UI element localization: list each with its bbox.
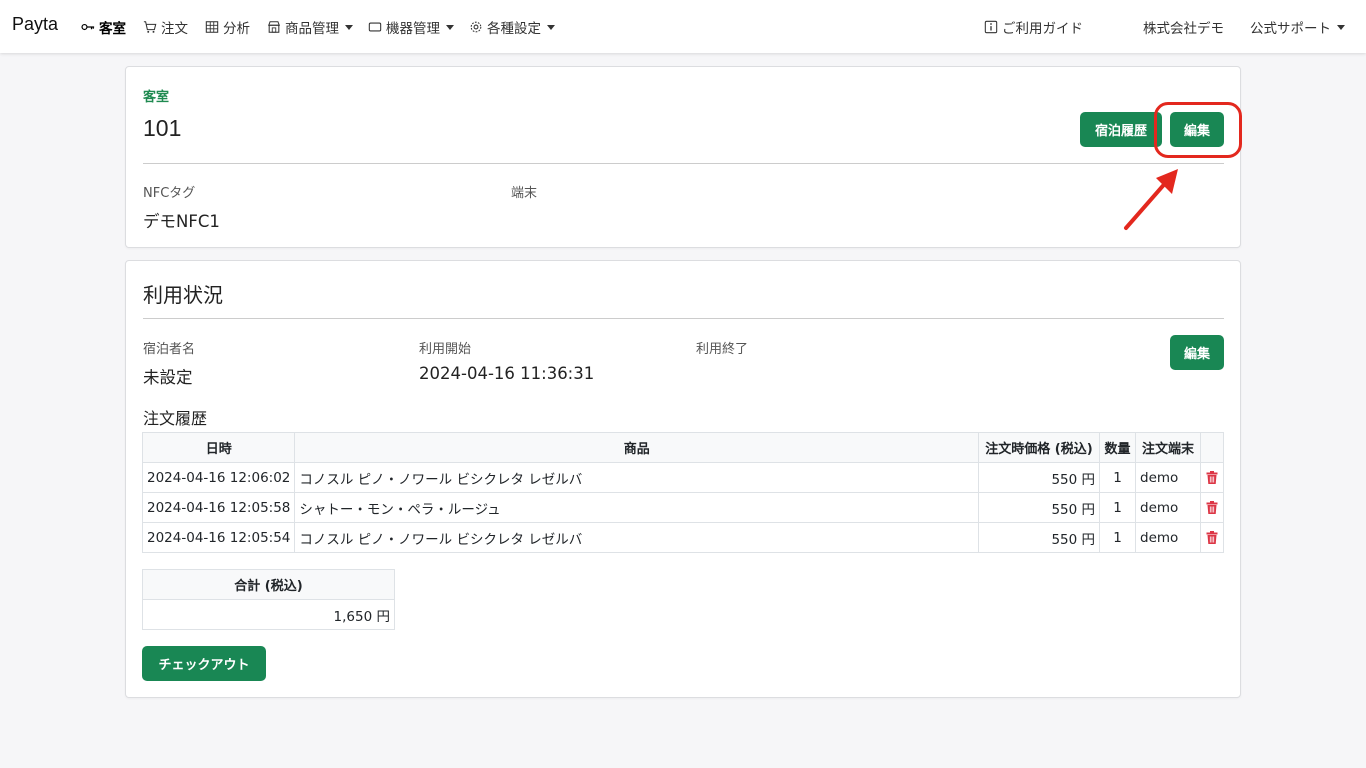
nav-item-label: 商品管理 [285, 21, 339, 37]
order-history-title: 注文履歴 [143, 409, 208, 428]
info-icon [984, 20, 998, 34]
table-header-row: 日時 商品 注文時価格 (税込) 数量 注文端末 [141, 432, 1224, 463]
delete-cell [1200, 462, 1224, 493]
cart-icon [143, 21, 157, 33]
cell-datetime: 2024-04-16 12:05:58 [141, 492, 296, 523]
cell-terminal: demo [1135, 492, 1201, 523]
col-product: 商品 [294, 432, 979, 463]
cell-qty: 1 [1099, 492, 1136, 523]
col-qty: 数量 [1099, 432, 1136, 463]
nav-support-dropdown[interactable]: 公式サポート [1250, 17, 1345, 37]
delete-cell [1200, 492, 1224, 523]
chevron-down-icon [547, 24, 555, 30]
cell-datetime: 2024-04-16 12:05:54 [141, 522, 296, 553]
nav-item-settings[interactable]: 各種設定 [469, 17, 555, 37]
table-row: 2024-04-16 12:05:54 コノスル ピノ・ノワール ビシクレタ レ… [141, 522, 1224, 553]
nav-item-label: 分析 [223, 21, 250, 37]
top-navbar: Payta 客室 注文 分析 商品管理 機器管理 各種設定 ご利用ガイド 株式会… [0, 0, 1366, 53]
nav-item-label: 機器管理 [386, 21, 440, 37]
chevron-down-icon [1337, 24, 1345, 30]
stay-history-button[interactable]: 宿泊履歴 [1080, 112, 1162, 147]
trash-icon[interactable] [1206, 501, 1218, 514]
nfc-tag-value: デモNFC1 [143, 212, 220, 231]
shop-icon [267, 21, 281, 33]
divider [143, 163, 1224, 164]
nav-item-label: 注文 [161, 21, 188, 37]
guest-name-value: 未設定 [143, 368, 193, 387]
brand-logo[interactable]: Payta [12, 14, 58, 35]
nav-support-label: 公式サポート [1250, 21, 1331, 37]
highlight-circle [1154, 102, 1242, 158]
nav-item-analytics[interactable]: 分析 [205, 17, 250, 37]
col-terminal: 注文端末 [1135, 432, 1201, 463]
nav-company[interactable]: 株式会社デモ [1143, 17, 1224, 37]
total-header: 合計 (税込) [142, 569, 395, 600]
arrow-annotation-icon [1124, 169, 1178, 230]
start-label: 利用開始 [419, 342, 472, 357]
checkout-button[interactable]: チェックアウト [142, 646, 266, 681]
room-card: 客室 101 宿泊履歴 編集 NFCタグ デモNFC1 端末 [125, 66, 1241, 248]
cell-product: シャトー・モン・ペラ・ルージュ [294, 492, 979, 523]
trash-icon[interactable] [1206, 531, 1218, 544]
nfc-tag-label: NFCタグ [143, 186, 196, 201]
nav-item-label: 各種設定 [487, 21, 541, 37]
cell-price: 550 円 [978, 492, 1100, 523]
terminal-label: 端末 [511, 186, 538, 201]
device-icon [368, 22, 382, 32]
cell-qty: 1 [1099, 522, 1136, 553]
cell-price: 550 円 [978, 522, 1100, 553]
col-actions [1200, 432, 1224, 463]
nav-guide-link[interactable]: ご利用ガイド [984, 17, 1083, 37]
usage-title: 利用状況 [143, 283, 223, 307]
chevron-down-icon [345, 24, 353, 30]
guest-name-label: 宿泊者名 [143, 342, 196, 357]
chevron-down-icon [446, 24, 454, 30]
nav-item-rooms[interactable]: 客室 [81, 17, 126, 37]
total-table: 合計 (税込) 1,650 円 [142, 569, 395, 630]
end-label: 利用終了 [696, 342, 749, 357]
usage-card: 利用状況 宿泊者名 未設定 利用開始 2024-04-16 11:36:31 利… [125, 260, 1241, 698]
nav-item-devices[interactable]: 機器管理 [368, 17, 454, 37]
nav-guide-label: ご利用ガイド [1002, 21, 1083, 37]
cell-price: 550 円 [978, 462, 1100, 493]
cell-terminal: demo [1135, 522, 1201, 553]
table-row: 2024-04-16 12:06:02 コノスル ピノ・ノワール ビシクレタ レ… [141, 462, 1224, 493]
nav-item-products[interactable]: 商品管理 [267, 17, 353, 37]
col-datetime: 日時 [141, 432, 296, 463]
divider [143, 318, 1224, 319]
room-section-label: 客室 [143, 90, 170, 105]
order-history-table: 日時 商品 注文時価格 (税込) 数量 注文端末 2024-04-16 12:0… [141, 432, 1224, 553]
start-value: 2024-04-16 11:36:31 [419, 364, 595, 383]
delete-cell [1200, 522, 1224, 553]
trash-icon[interactable] [1206, 471, 1218, 484]
cell-product: コノスル ピノ・ノワール ビシクレタ レゼルバ [294, 522, 979, 553]
cell-datetime: 2024-04-16 12:06:02 [141, 462, 296, 493]
table-icon [205, 21, 219, 33]
total-value: 1,650 円 [142, 599, 395, 630]
nav-item-orders[interactable]: 注文 [143, 17, 188, 37]
cell-product: コノスル ピノ・ノワール ビシクレタ レゼルバ [294, 462, 979, 493]
table-row: 2024-04-16 12:05:58 シャトー・モン・ペラ・ルージュ 550 … [141, 492, 1224, 523]
room-number: 101 [143, 115, 182, 141]
col-price: 注文時価格 (税込) [978, 432, 1100, 463]
cell-qty: 1 [1099, 462, 1136, 493]
edit-usage-button[interactable]: 編集 [1170, 335, 1224, 370]
key-icon [81, 23, 95, 31]
gear-icon [470, 21, 482, 33]
cell-terminal: demo [1135, 462, 1201, 493]
nav-item-label: 客室 [99, 21, 126, 37]
